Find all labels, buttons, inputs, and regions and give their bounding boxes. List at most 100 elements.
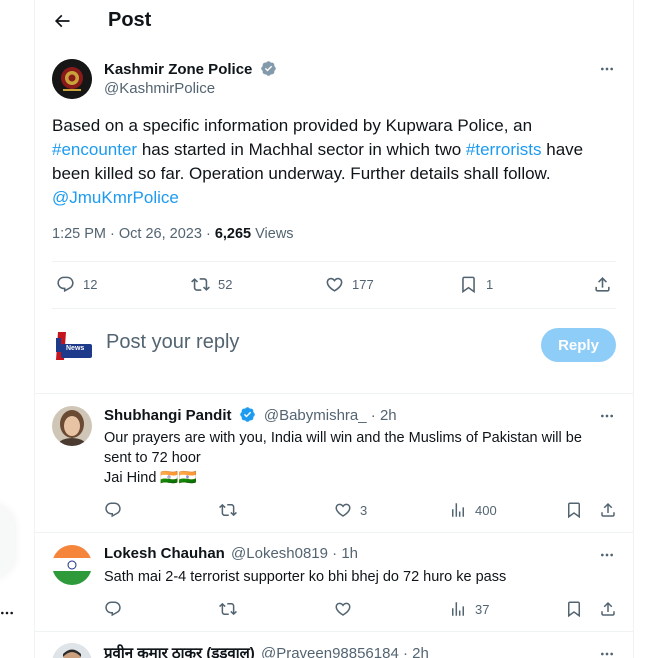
bookmark-button[interactable] xyxy=(565,600,591,618)
author-handle[interactable]: @KashmirPolice xyxy=(104,80,215,97)
like-button[interactable]: 3 xyxy=(334,501,367,519)
reply-time[interactable]: · 2h xyxy=(403,645,429,658)
reply-text-line: Jai Hind xyxy=(104,470,157,486)
reply-button[interactable] xyxy=(104,600,130,618)
views-count: 37 xyxy=(475,601,490,617)
views-button[interactable]: 400 xyxy=(449,501,497,519)
views-label: Views xyxy=(255,226,294,242)
divider xyxy=(35,393,633,394)
analytics-icon xyxy=(452,602,464,616)
reply-button[interactable] xyxy=(104,501,130,519)
verified-badge-icon xyxy=(257,61,277,78)
divider xyxy=(35,631,633,632)
reply-text-line: sent to 72 hoor xyxy=(104,450,201,466)
views-button[interactable]: 37 xyxy=(449,600,489,618)
hashtag-encounter-link[interactable]: #encounter xyxy=(52,140,137,159)
reply-count: 12 xyxy=(83,277,98,292)
reply-avatar[interactable] xyxy=(52,643,92,658)
author-name[interactable]: Kashmir Zone Police xyxy=(104,61,252,78)
repost-button[interactable] xyxy=(219,501,245,519)
share-button[interactable] xyxy=(599,600,617,618)
share-icon xyxy=(601,601,615,616)
reply-avatar[interactable] xyxy=(52,406,92,446)
divider xyxy=(52,308,616,309)
more-options-icon[interactable] xyxy=(597,646,617,658)
my-avatar[interactable]: News xyxy=(52,326,94,366)
like-button[interactable]: 177 xyxy=(325,275,374,294)
reply-author-name[interactable]: प्रवीन कुमार ठाकुर (डडवाल) xyxy=(104,645,255,658)
post-column: Post Kashmir Zone Police @KashmirPolice … xyxy=(34,0,634,658)
more-options-icon[interactable] xyxy=(597,61,617,77)
share-button[interactable] xyxy=(593,275,612,294)
post-text-segment: has started in Machhal sector in which t… xyxy=(141,140,462,159)
hashtag-terrorists-link[interactable]: #terrorists xyxy=(466,140,542,159)
heart-icon xyxy=(335,602,351,616)
reply-time[interactable]: · 2h xyxy=(371,407,397,424)
post-text-line-3: been killed so far. Operation underway. … xyxy=(52,164,551,183)
bookmark-icon xyxy=(462,276,475,294)
like-count: 177 xyxy=(352,277,374,292)
share-icon xyxy=(595,277,610,292)
page-title: Post xyxy=(108,9,152,31)
reply-author-name[interactable]: Lokesh Chauhan xyxy=(104,545,225,562)
reply-submit-label: Reply xyxy=(558,336,599,354)
divider xyxy=(52,261,616,262)
repost-icon xyxy=(219,602,237,616)
reply-text: Our prayers are with you, India will win… xyxy=(104,428,624,488)
author-avatar[interactable] xyxy=(52,59,92,99)
reply-time[interactable]: · 1h xyxy=(332,545,358,562)
views-count: 6,265 xyxy=(214,226,252,242)
bookmark-icon xyxy=(568,502,580,519)
reply-header: प्रवीन कुमार ठाकुर (डडवाल) @Praveen98856… xyxy=(104,643,429,658)
divider xyxy=(35,532,633,533)
repost-count: 52 xyxy=(218,277,233,292)
left-more-icon[interactable] xyxy=(0,606,14,620)
reply-text: Sath mai 2-4 terrorist supporter ko bhi … xyxy=(104,569,507,585)
repost-button[interactable]: 52 xyxy=(191,275,232,294)
reply-header: Lokesh Chauhan @Lokesh0819 · 1h xyxy=(104,545,358,562)
reply-icon xyxy=(105,502,121,518)
reply-text-line: Our prayers are with you, India will win… xyxy=(104,430,582,446)
author-name-row[interactable]: Kashmir Zone Police xyxy=(104,60,277,78)
post-text-line-1: Based on a specific information provided… xyxy=(52,116,533,135)
more-options-icon[interactable] xyxy=(597,408,617,424)
reply-author-handle[interactable]: @Lokesh0819 xyxy=(231,545,328,562)
like-count: 3 xyxy=(360,502,368,518)
bookmark-count: 1 xyxy=(486,277,494,292)
post-text-line-2: #encounter has started in Machhal sector… xyxy=(52,138,622,162)
reply-author-handle[interactable]: @Babymishra_ xyxy=(264,407,367,424)
more-options-icon[interactable] xyxy=(597,547,617,563)
post-text: Based on a specific information provided… xyxy=(52,114,622,210)
heart-icon xyxy=(335,503,351,517)
reply-input[interactable]: Post your reply xyxy=(106,331,526,354)
reply-avatar[interactable] xyxy=(52,545,92,585)
reply-button[interactable]: 12 xyxy=(56,275,97,294)
heart-icon xyxy=(326,277,343,292)
share-icon xyxy=(601,502,615,517)
bookmark-button[interactable]: 1 xyxy=(459,275,493,294)
reply-author-name[interactable]: Shubhangi Pandit xyxy=(104,407,232,424)
views-count: 400 xyxy=(475,502,497,518)
share-button[interactable] xyxy=(599,501,617,519)
reply-icon xyxy=(57,276,74,293)
india-flag-emoji: 🇮🇳🇮🇳 xyxy=(160,470,197,486)
reply-icon xyxy=(105,601,121,617)
back-arrow-icon[interactable] xyxy=(52,11,72,31)
post-timestamp[interactable]: 1:25 PM · Oct 26, 2023 · xyxy=(52,226,211,242)
reply-submit-button[interactable]: Reply xyxy=(541,328,616,362)
bookmark-button[interactable] xyxy=(565,501,591,519)
bookmark-icon xyxy=(568,601,580,618)
repost-icon xyxy=(219,503,237,517)
reply-header: Shubhangi Pandit @Babymishra_ · 2h xyxy=(104,406,397,424)
left-edge-panel xyxy=(0,505,14,577)
mention-link[interactable]: @JmuKmrPolice xyxy=(52,188,179,207)
news-logo-text: News xyxy=(66,345,85,352)
post-text-segment: have xyxy=(546,140,584,159)
verified-badge-icon xyxy=(236,407,260,424)
repost-button[interactable] xyxy=(219,600,245,618)
repost-icon xyxy=(191,278,210,291)
reply-author-handle[interactable]: @Praveen98856184 xyxy=(261,645,399,658)
like-button[interactable] xyxy=(334,600,360,618)
analytics-icon xyxy=(452,503,464,517)
post-meta: 1:25 PM · Oct 26, 2023 · 6,265 Views xyxy=(52,226,294,242)
